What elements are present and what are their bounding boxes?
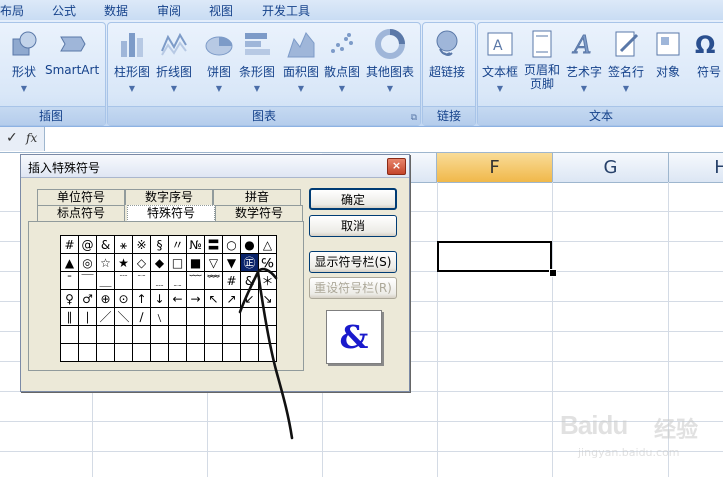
baidu-watermark: Baidu 经验 jingyan.baidu.com xyxy=(560,410,720,470)
watermark-url: jingyan.baidu.com xyxy=(578,446,680,459)
watermark-brand: Baidu xyxy=(560,410,628,440)
watermark-brand-cn: 经验 xyxy=(654,418,699,443)
annotation-arrow xyxy=(238,267,294,440)
